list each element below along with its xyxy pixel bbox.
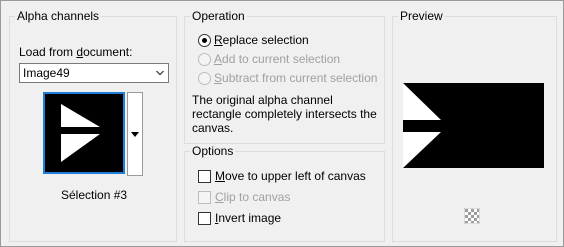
preview-image: [403, 83, 544, 168]
invert-image-label[interactable]: Invert image: [215, 211, 281, 225]
channel-thumbnail[interactable]: [43, 92, 125, 174]
load-from-document-label: Load from document:: [19, 45, 133, 59]
chevron-down-icon: [156, 70, 164, 76]
alpha-channels-title: Alpha channels: [15, 9, 102, 23]
preview-title: Preview: [398, 9, 445, 23]
preview-canvas: [403, 83, 544, 168]
move-to-upper-left-checkbox[interactable]: [198, 170, 211, 183]
operation-title: Operation: [190, 9, 247, 23]
thumbnail-dropdown-button[interactable]: [127, 92, 143, 176]
document-select-value: Image49: [23, 66, 70, 80]
radio-subtract-selection[interactable]: [198, 72, 211, 85]
channel-thumbnail-image: [45, 94, 123, 172]
caret-down-icon: [131, 132, 139, 137]
clip-to-canvas-label[interactable]: Clip to canvas: [215, 190, 290, 204]
operation-description: The original alpha channel rectangle com…: [192, 93, 377, 135]
radio-replace-selection-label[interactable]: Replace selection: [214, 33, 309, 47]
radio-replace-selection[interactable]: [198, 34, 211, 47]
options-title: Options: [190, 144, 236, 158]
radio-subtract-selection-label[interactable]: Subtract from current selection: [214, 71, 377, 85]
move-to-upper-left-label[interactable]: Move to upper left of canvas: [215, 169, 366, 183]
radio-add-selection-label[interactable]: Add to current selection: [214, 52, 340, 66]
radio-add-selection[interactable]: [198, 53, 211, 66]
invert-image-checkbox[interactable]: [198, 212, 211, 225]
channel-thumbnail-picker[interactable]: [43, 92, 144, 177]
document-select[interactable]: Image49: [19, 63, 169, 83]
selection-name: Sélection #3: [61, 188, 128, 202]
clip-to-canvas-checkbox[interactable]: [198, 191, 211, 204]
checkerboard-icon: [463, 207, 481, 225]
